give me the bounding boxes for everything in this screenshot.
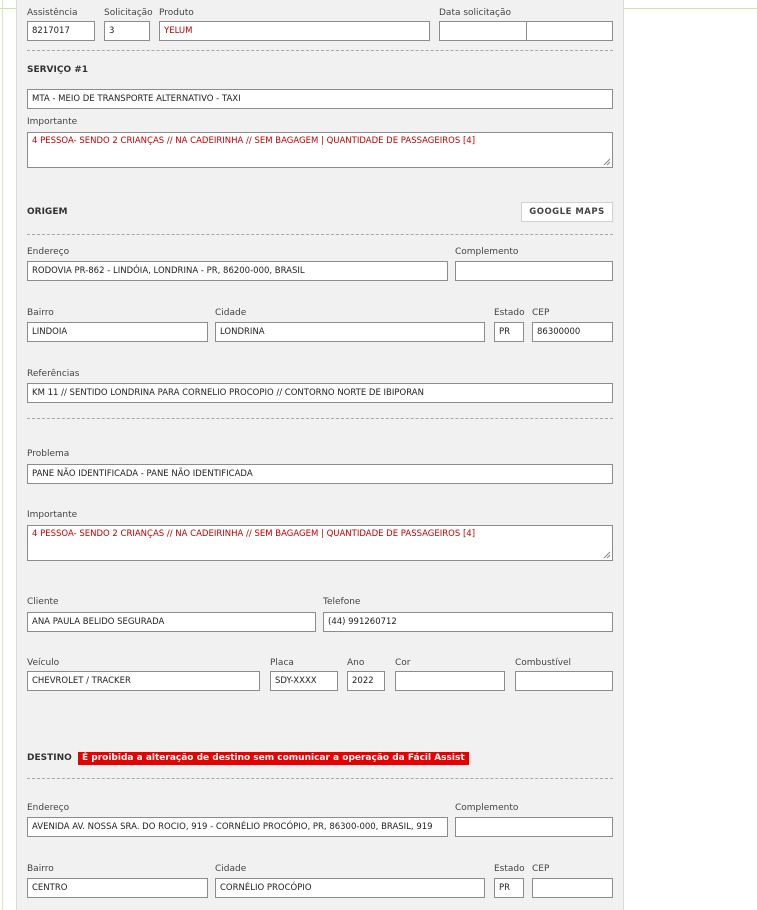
servico-importante-text: 4 PESSOA- SENDO 2 CRIANÇAS // NA CADEIRI… [32, 136, 476, 146]
left-border [2, 0, 3, 910]
resize-grip-icon[interactable] [603, 551, 611, 559]
cor-field[interactable] [395, 671, 505, 691]
origem-referencias-label: Referências [27, 369, 80, 379]
solicitacao-field[interactable]: 3 [104, 21, 150, 41]
origem-endereco-label: Endereço [27, 247, 70, 257]
problema-label: Problema [27, 449, 70, 459]
destino-endereco-field[interactable]: AVENIDA AV. NOSSA SRA. DO ROCIO, 919 - C… [27, 817, 448, 837]
origem-cep-field[interactable]: 86300000 [532, 322, 613, 342]
resize-grip-icon[interactable] [603, 158, 611, 166]
produto-field[interactable]: YELUM [159, 21, 430, 41]
telefone-field[interactable]: (44) 991260712 [323, 612, 613, 632]
placa-field[interactable]: SDY-XXXX [270, 671, 338, 691]
origem-estado-label: Estado [494, 308, 525, 318]
origem-endereco-field[interactable]: RODOVIA PR-862 - LINDÓIA, LONDRINA - PR,… [27, 261, 448, 281]
veiculo-field[interactable]: CHEVROLET / TRACKER [27, 671, 260, 691]
combustivel-label: Combustível [515, 658, 572, 668]
destino-cidade-field[interactable]: CORNÉLIO PROCÓPIO [215, 878, 485, 898]
problema-importante-label: Importante [27, 510, 78, 520]
origem-title: ORIGEM [27, 207, 68, 217]
data-solicitacao-time-field[interactable] [526, 21, 613, 41]
destino-bairro-field[interactable]: CENTRO [27, 878, 208, 898]
telefone-label: Telefone [323, 597, 361, 607]
origem-cep-label: CEP [532, 308, 550, 318]
servico-field[interactable]: MTA - MEIO DE TRANSPORTE ALTERNATIVO - T… [27, 89, 613, 109]
servico-importante-label: Importante [27, 117, 78, 127]
cliente-label: Cliente [27, 597, 59, 607]
data-solicitacao-label: Data solicitação [439, 8, 512, 18]
ano-label: Ano [347, 658, 365, 668]
origem-complemento-label: Complemento [455, 247, 519, 257]
origem-bairro-label: Bairro [27, 308, 54, 318]
assistencia-field[interactable]: 8217017 [27, 21, 95, 41]
solicitacao-label: Solicitação [104, 8, 153, 18]
origem-referencias-field[interactable]: KM 11 // SENTIDO LONDRINA PARA CORNELIO … [27, 383, 613, 403]
destino-cidade-label: Cidade [215, 864, 247, 874]
divider [27, 50, 613, 51]
problema-importante-text: 4 PESSOA- SENDO 2 CRIANÇAS // NA CADEIRI… [32, 529, 476, 539]
destino-cep-field[interactable] [532, 878, 613, 898]
destino-warning-badge: É proibida a alteração de destino sem co… [78, 752, 469, 765]
destino-complemento-label: Complemento [455, 803, 519, 813]
cliente-field[interactable]: ANA PAULA BELIDO SEGURADA [27, 612, 316, 632]
origem-cidade-field[interactable]: LONDRINA [215, 322, 485, 342]
produto-label: Produto [159, 8, 194, 18]
data-solicitacao-date-field[interactable] [439, 21, 527, 41]
destino-bairro-label: Bairro [27, 864, 54, 874]
destino-cep-label: CEP [532, 864, 550, 874]
assistencia-label: Assistência [27, 8, 78, 18]
servico-title: SERVIÇO #1 [27, 65, 89, 75]
destino-complemento-field[interactable] [455, 817, 613, 837]
google-maps-button[interactable]: GOOGLE MAPS [521, 202, 613, 222]
destino-estado-label: Estado [494, 864, 525, 874]
problema-field[interactable]: PANE NÃO IDENTIFICADA - PANE NÃO IDENTIF… [27, 464, 613, 484]
destino-estado-field[interactable]: PR [494, 878, 524, 898]
servico-importante-textarea[interactable]: 4 PESSOA- SENDO 2 CRIANÇAS // NA CADEIRI… [27, 132, 613, 168]
veiculo-label: Veículo [27, 658, 60, 668]
divider [27, 234, 613, 235]
divider [27, 778, 613, 779]
origem-estado-field[interactable]: PR [494, 322, 524, 342]
divider [27, 418, 613, 419]
origem-complemento-field[interactable] [455, 261, 613, 281]
problema-importante-textarea[interactable]: 4 PESSOA- SENDO 2 CRIANÇAS // NA CADEIRI… [27, 525, 613, 561]
origem-bairro-field[interactable]: LINDOIA [27, 322, 208, 342]
cor-label: Cor [395, 658, 411, 668]
destino-title: DESTINO [27, 753, 72, 763]
placa-label: Placa [270, 658, 294, 668]
combustivel-field[interactable] [515, 671, 613, 691]
origem-cidade-label: Cidade [215, 308, 247, 318]
destino-endereco-label: Endereço [27, 803, 70, 813]
ano-field[interactable]: 2022 [347, 671, 385, 691]
